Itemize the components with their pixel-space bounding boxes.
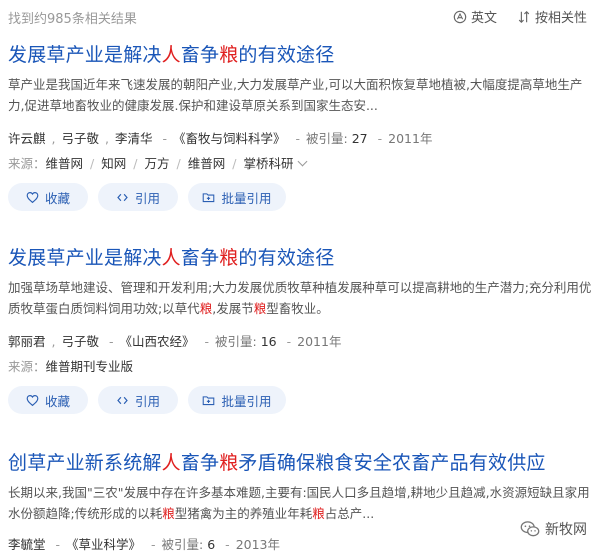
result-meta: 李毓堂 - 《草业科学》 - 被引量: 6 -2013年 [8,537,280,552]
english-toggle[interactable]: 英文 [453,7,497,26]
cited-count: 27 [351,131,368,146]
result-count: 找到约985条相关结果 [8,12,137,27]
wechat-icon [520,521,540,537]
heart-icon [26,394,39,406]
journal-link[interactable]: 《草业科学》 [66,537,141,552]
result-meta: 许云麒, 弓子敬, 李清华 - 《畜牧与饲料科学》 - 被引量: 27 -2011年 [8,131,433,146]
cited-count: 16 [260,334,277,349]
folder-plus-icon [203,395,215,405]
result-abstract: 长期以来,我国"三农"发展中存在许多基本难题,主要有:国民人口多且趋增,耕地少且… [8,485,590,521]
result-meta: 郭丽君, 弓子敬 - 《山西农经》 - 被引量: 16 -2011年 [8,334,342,349]
result-title[interactable]: 创草产业新系统解人畜争粮矛盾确保粮食安全农畜产品有效供应 [8,448,546,475]
batch-cite-button[interactable]: 批量引用 [188,183,286,211]
year: 2011年 [388,131,433,146]
result-abstract: 加强草场草地建设、管理和开发利用;大力发展优质牧草种植发展种草可以提高耕地的生产… [8,280,592,316]
result-abstract: 草产业是我国近年来飞速发展的朝阳产业,大力发展草产业,可以大面积恢复草地植被,大… [8,77,583,113]
author-link[interactable]: 李毓堂 [8,537,46,552]
source-link[interactable]: 维普期刊专业版 [46,359,134,374]
author-link[interactable]: 许云麒 [8,131,46,146]
sort-label: 按相关性 [534,11,587,26]
cite-button[interactable]: 引用 [98,183,178,211]
author-link[interactable]: 郭丽君 [8,334,46,349]
heart-icon [26,191,39,203]
author-link[interactable]: 弓子敬 [62,334,100,349]
journal-link[interactable]: 《畜牧与饲料科学》 [173,131,286,146]
favorite-button[interactable]: 收藏 [8,183,88,211]
translate-icon [453,10,467,23]
source-link[interactable]: 万方 [144,156,169,171]
source-link[interactable]: 掌桥科研 [243,156,293,171]
result-title[interactable]: 发展草产业是解决人畜争粮的有效途径 [8,40,334,67]
results-toolbar: 找到约985条相关结果 英文 按相关性 [0,0,601,34]
english-toggle-label: 英文 [470,11,497,26]
cite-button[interactable]: 引用 [98,386,178,414]
code-brackets-icon [117,396,128,404]
year: 2013年 [235,537,280,552]
source-link[interactable]: 维普网 [188,156,226,171]
result-sources: 来源：维普期刊专业版 [8,359,134,374]
cited-count: 6 [207,537,216,552]
year: 2011年 [297,334,342,349]
batch-cite-button[interactable]: 批量引用 [188,386,286,414]
source-link[interactable]: 知网 [101,156,126,171]
source-link[interactable]: 维普网 [46,156,84,171]
expand-sources-chevron-icon[interactable] [298,156,308,167]
sort-icon [518,10,530,23]
watermark: 新牧网 [519,518,587,540]
favorite-button[interactable]: 收藏 [8,386,88,414]
journal-link[interactable]: 《山西农经》 [120,334,195,349]
watermark-text: 新牧网 [545,522,587,538]
result-title[interactable]: 发展草产业是解决人畜争粮的有效途径 [8,243,334,270]
folder-plus-icon [203,192,215,202]
code-brackets-icon [117,193,128,201]
sort-dropdown[interactable]: 按相关性 [517,7,587,26]
result-sources: 来源：维普网 / 知网 / 万方 / 维普网 / 掌桥科研 [8,153,308,172]
author-link[interactable]: 李清华 [115,131,153,146]
author-link[interactable]: 弓子敬 [62,131,100,146]
